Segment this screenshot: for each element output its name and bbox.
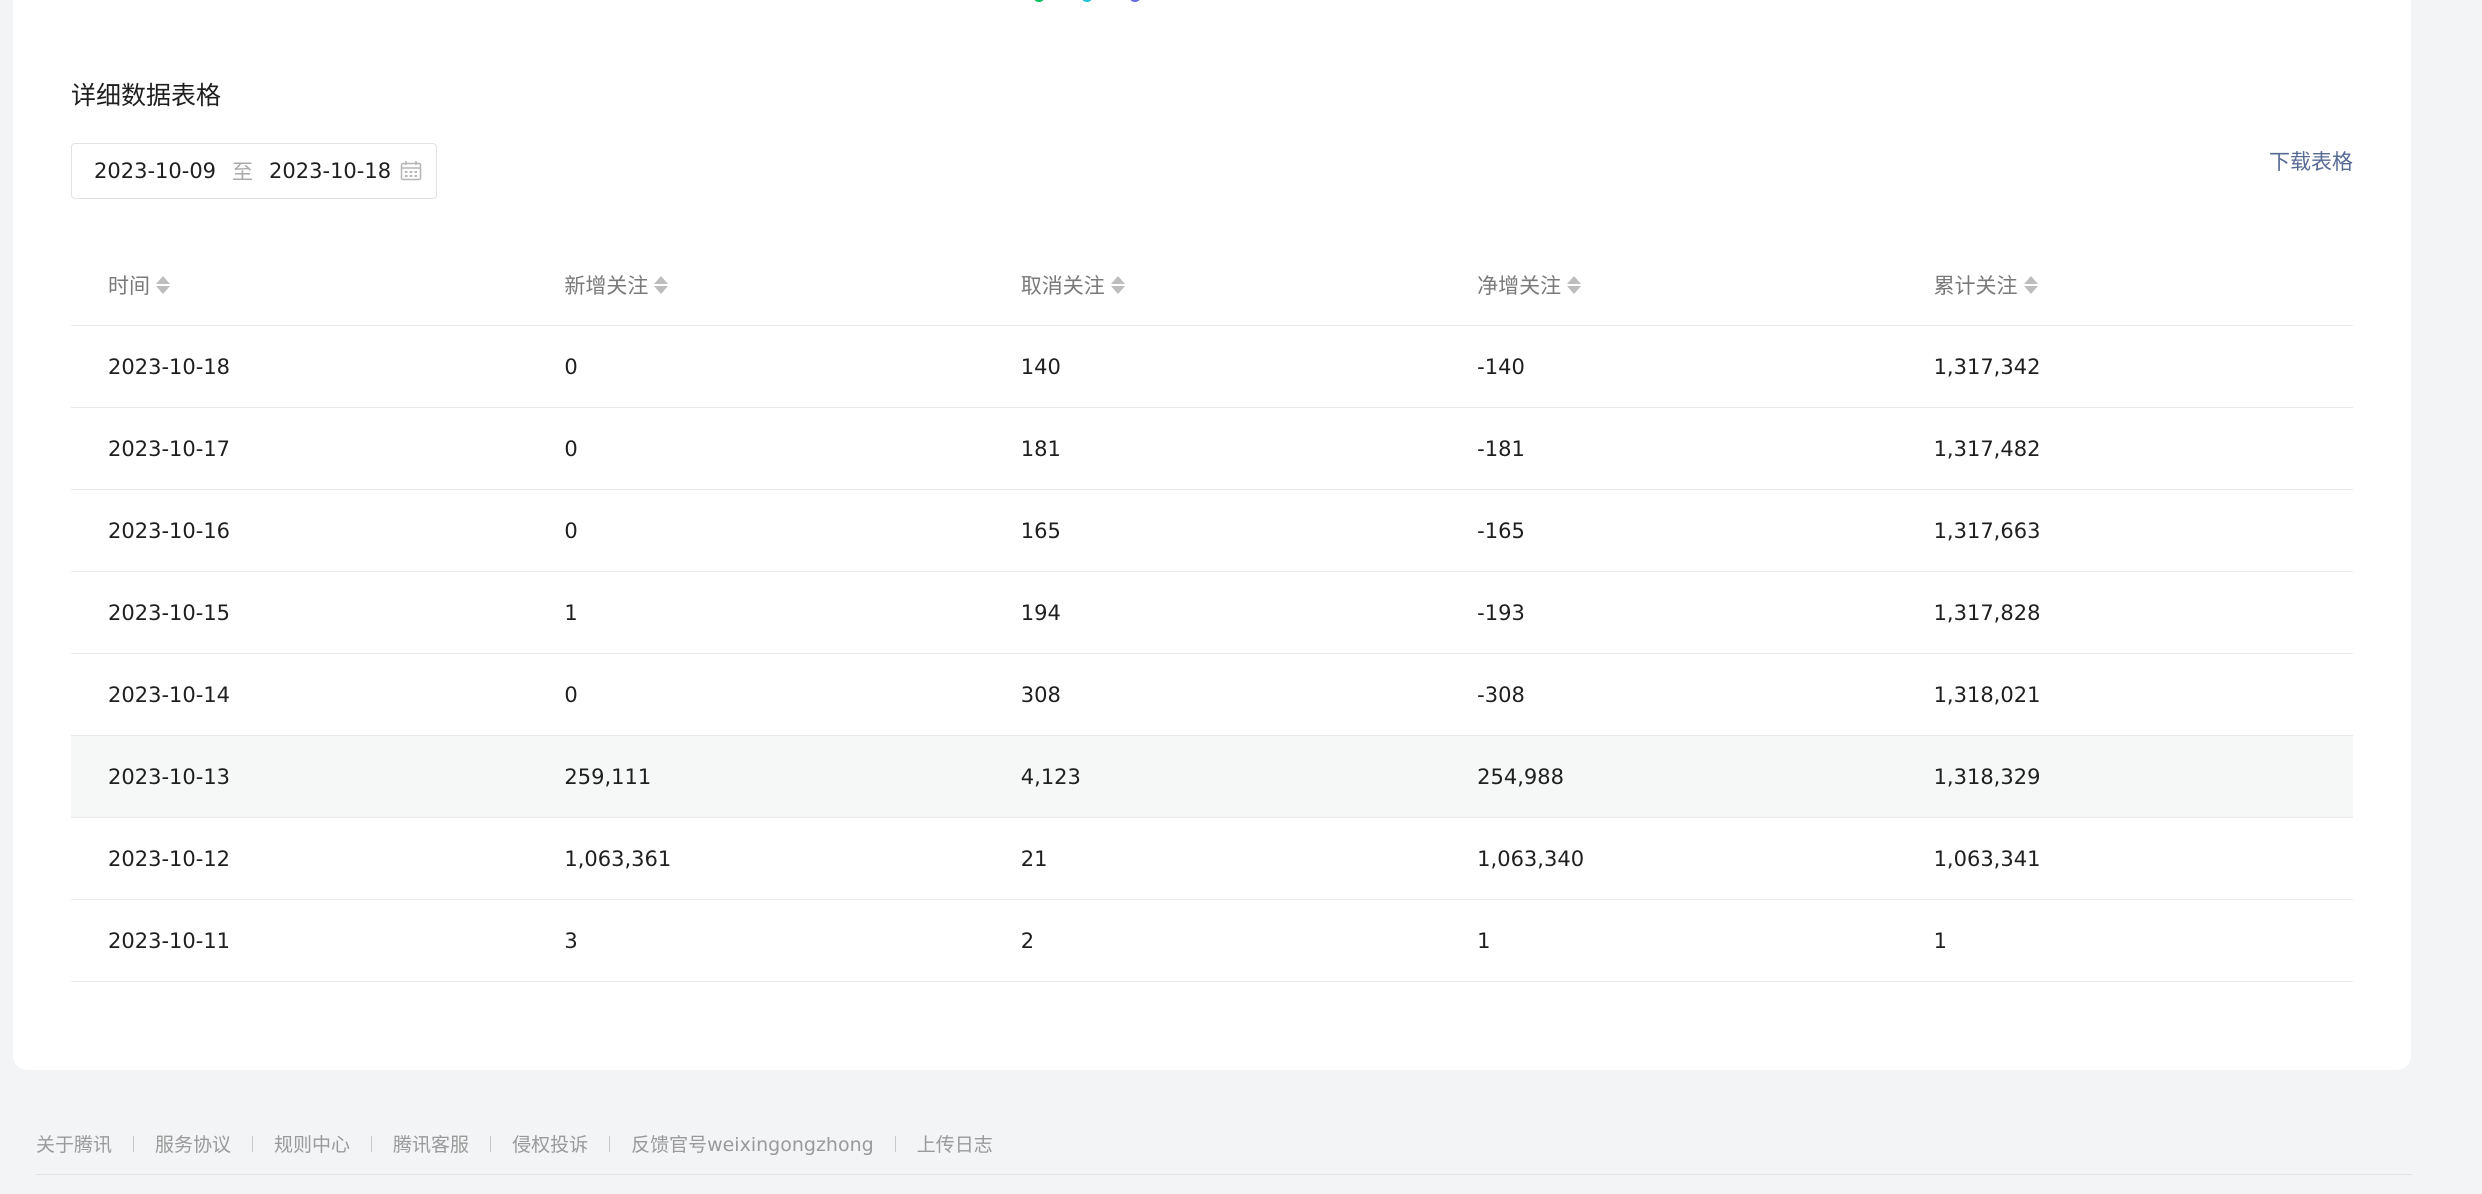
table-header-row: 时间 新增关注 取消关注 净增关注 累计关注 [71, 244, 2353, 326]
cell-total-follows: 1,318,329 [1933, 764, 2041, 789]
sort-icon[interactable] [156, 275, 170, 294]
column-header-unfollows[interactable]: 取消关注 [984, 270, 1440, 300]
cell-new-follows: 259,111 [564, 764, 652, 789]
cell-time: 2023-10-17 [108, 436, 231, 461]
column-header-time[interactable]: 时间 [71, 270, 527, 300]
cell-net-follows: 1 [1477, 928, 1491, 953]
calendar-icon[interactable] [400, 160, 422, 182]
footer-divider-line [36, 1174, 2412, 1175]
download-table-link[interactable]: 下载表格 [2269, 146, 2353, 176]
cell-time: 2023-10-16 [108, 518, 231, 543]
cell-total-follows: 1,318,021 [1933, 682, 2041, 707]
sort-icon[interactable] [1567, 275, 1582, 294]
detail-data-card: 详细数据表格 2023-10-09 至 2023-10-18 下载表格 时间 新… [13, 0, 2411, 1070]
sort-icon[interactable] [654, 275, 669, 294]
table-row-hovered[interactable]: 2023-10-13 259,111 4,123 254,988 1,318,3… [71, 736, 2353, 818]
column-header-total-follows[interactable]: 累计关注 [1897, 270, 2353, 300]
table-row[interactable]: 2023-10-17 0 181 -181 1,317,482 [71, 408, 2353, 490]
cell-net-follows: -308 [1477, 682, 1525, 707]
sort-icon[interactable] [2023, 275, 2038, 294]
footer-link-rules-center[interactable]: 规则中心 [274, 1130, 350, 1157]
page: 详细数据表格 2023-10-09 至 2023-10-18 下载表格 时间 新… [0, 0, 2482, 1194]
date-range-picker[interactable]: 2023-10-09 至 2023-10-18 [71, 143, 437, 199]
column-header-label: 新增关注 [564, 273, 649, 298]
cell-time: 2023-10-15 [108, 600, 231, 625]
cell-total-follows: 1,317,663 [1933, 518, 2041, 543]
cell-time: 2023-10-18 [108, 354, 231, 379]
cell-new-follows: 1,063,361 [564, 846, 672, 871]
footer-link-infringement[interactable]: 侵权投诉 [512, 1130, 588, 1157]
footer-divider [252, 1135, 254, 1152]
legend-item[interactable] [1033, 0, 1045, 6]
cell-net-follows: 1,063,340 [1477, 846, 1585, 871]
cell-unfollows: 2 [1020, 928, 1035, 953]
cell-net-follows: -165 [1477, 518, 1525, 543]
legend-item[interactable] [1129, 0, 1141, 6]
cell-unfollows: 194 [1020, 600, 1061, 625]
footer-link-service-agreement[interactable]: 服务协议 [155, 1130, 231, 1157]
cell-new-follows: 0 [564, 518, 578, 543]
footer-divider [609, 1135, 611, 1152]
cell-net-follows: -140 [1477, 354, 1525, 379]
cell-time: 2023-10-11 [108, 928, 231, 953]
column-header-label: 时间 [108, 273, 150, 298]
footer-link-upload-log[interactable]: 上传日志 [917, 1130, 993, 1157]
column-header-label: 累计关注 [1933, 273, 2018, 298]
table-row[interactable]: 2023-10-15 1 194 -193 1,317,828 [71, 572, 2353, 654]
cell-unfollows: 181 [1020, 436, 1061, 461]
footer-link-about[interactable]: 关于腾讯 [36, 1130, 112, 1157]
cell-unfollows: 21 [1020, 846, 1048, 871]
date-separator: 至 [232, 160, 254, 184]
detail-data-table: 时间 新增关注 取消关注 净增关注 累计关注 2023-10-18 0 140 … [71, 244, 2353, 982]
table-row[interactable]: 2023-10-11 3 2 1 1 [71, 900, 2353, 982]
cell-total-follows: 1,317,342 [1933, 354, 2041, 379]
table-row[interactable]: 2023-10-18 0 140 -140 1,317,342 [71, 326, 2353, 408]
footer-links: 关于腾讯 服务协议 规则中心 腾讯客服 侵权投诉 反馈官号weixingongz… [36, 1130, 993, 1157]
date-start[interactable]: 2023-10-09 [94, 159, 216, 183]
footer-divider [894, 1135, 896, 1152]
sort-icon[interactable] [1110, 275, 1125, 294]
legend-dot-icon [1033, 0, 1045, 2]
column-header-net-follows[interactable]: 净增关注 [1440, 270, 1896, 300]
cell-time: 2023-10-12 [108, 846, 231, 871]
cell-new-follows: 3 [564, 928, 578, 953]
footer-link-customer-service[interactable]: 腾讯客服 [393, 1130, 469, 1157]
column-header-new-follows[interactable]: 新增关注 [527, 270, 983, 300]
cell-total-follows: 1,317,482 [1933, 436, 2041, 461]
cell-total-follows: 1 [1933, 928, 1947, 953]
footer-divider [371, 1135, 373, 1152]
cell-unfollows: 165 [1020, 518, 1061, 543]
cell-unfollows: 140 [1020, 354, 1061, 379]
column-header-label: 取消关注 [1020, 273, 1105, 298]
column-header-label: 净增关注 [1477, 273, 1562, 298]
date-end[interactable]: 2023-10-18 [269, 159, 391, 183]
cell-total-follows: 1,317,828 [1933, 600, 2041, 625]
chart-legend-partial [1033, 0, 1141, 6]
cell-new-follows: 0 [564, 436, 578, 461]
cell-net-follows: -181 [1477, 436, 1525, 461]
legend-item[interactable] [1081, 0, 1093, 6]
legend-dot-icon [1081, 0, 1093, 2]
table-row[interactable]: 2023-10-12 1,063,361 21 1,063,340 1,063,… [71, 818, 2353, 900]
cell-new-follows: 1 [564, 600, 578, 625]
table-row[interactable]: 2023-10-16 0 165 -165 1,317,663 [71, 490, 2353, 572]
legend-dot-icon [1129, 0, 1141, 2]
footer-link-feedback[interactable]: 反馈官号weixingongzhong [631, 1130, 874, 1157]
footer-divider [490, 1135, 492, 1152]
cell-time: 2023-10-13 [108, 764, 231, 789]
cell-new-follows: 0 [564, 682, 578, 707]
cell-unfollows: 308 [1020, 682, 1061, 707]
cell-unfollows: 4,123 [1020, 764, 1081, 789]
cell-net-follows: 254,988 [1477, 764, 1565, 789]
cell-new-follows: 0 [564, 354, 578, 379]
cell-time: 2023-10-14 [108, 682, 231, 707]
table-row[interactable]: 2023-10-14 0 308 -308 1,318,021 [71, 654, 2353, 736]
cell-total-follows: 1,063,341 [1933, 846, 2041, 871]
section-title: 详细数据表格 [71, 81, 222, 110]
cell-net-follows: -193 [1477, 600, 1525, 625]
footer-divider [133, 1135, 135, 1152]
